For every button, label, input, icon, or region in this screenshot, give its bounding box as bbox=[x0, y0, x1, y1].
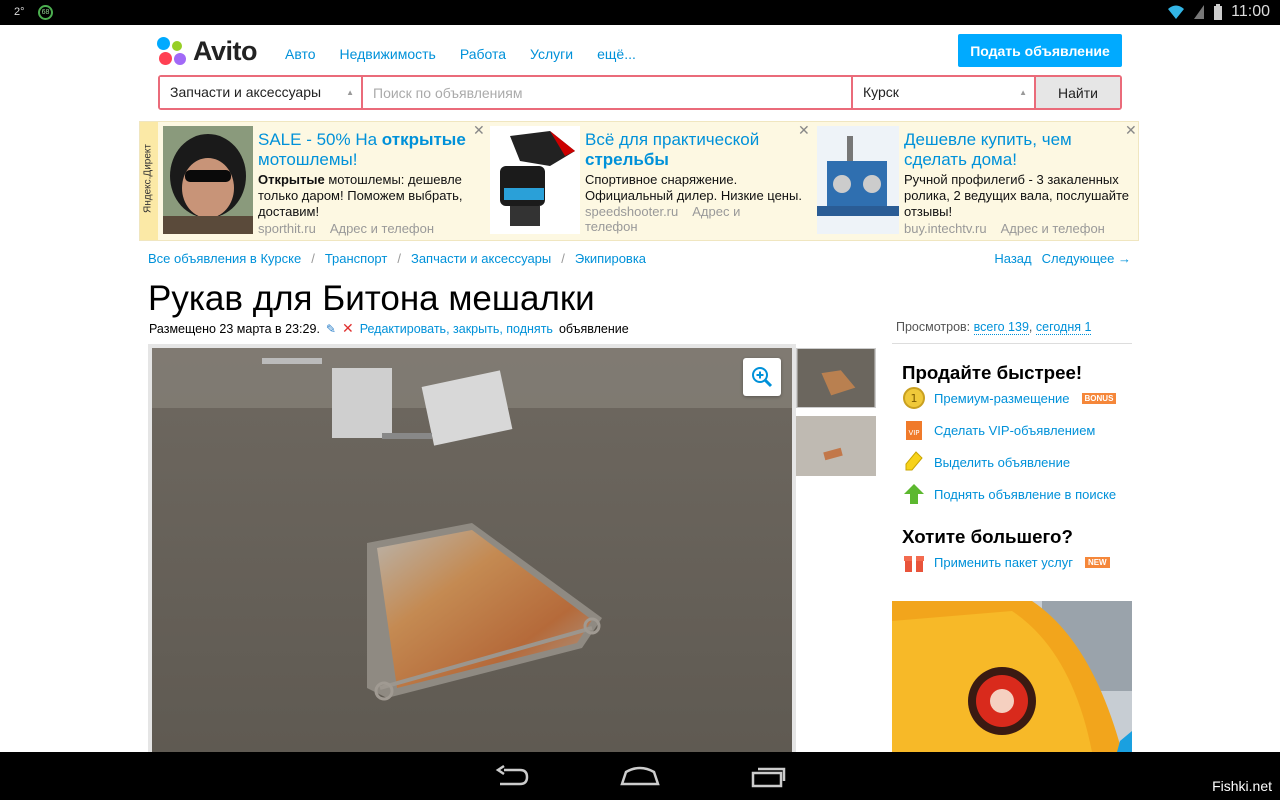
pencil-icon[interactable]: ✎ bbox=[326, 322, 336, 336]
service-premium[interactable]: 1 Премиум-размещение BONUS bbox=[902, 386, 1117, 410]
delete-icon[interactable]: ✕ bbox=[342, 320, 354, 337]
zoom-button[interactable] bbox=[743, 358, 781, 396]
watermark: Fishki.net bbox=[1212, 778, 1272, 794]
photo-gallery bbox=[148, 344, 796, 752]
crumb-equipment[interactable]: Экипировка bbox=[575, 251, 646, 266]
coin-icon: 1 bbox=[902, 386, 926, 410]
arrow-up-icon bbox=[902, 482, 926, 506]
views-today[interactable]: сегодня 1 bbox=[1035, 320, 1092, 335]
temperature: 2° bbox=[14, 6, 25, 18]
service-vip[interactable]: VIP Сделать VIP-объявлением bbox=[902, 418, 1095, 442]
ad-domain: speedshooter.ru bbox=[585, 204, 679, 219]
highlighter-icon bbox=[902, 450, 926, 474]
gift-box-icon bbox=[902, 550, 926, 574]
service-package[interactable]: Применить пакет услуг NEW bbox=[902, 550, 1110, 574]
city-select[interactable]: Курск ▲ bbox=[853, 77, 1034, 108]
status-bar: 2° 68 11:00 bbox=[0, 0, 1280, 25]
views-counter: Просмотров: всего 139, сегодня 1 bbox=[896, 320, 1092, 335]
ad-image-bender bbox=[817, 126, 899, 234]
pager: Назад Следующее → bbox=[994, 251, 1131, 266]
crumb-all-kursk[interactable]: Все объявления в Курске bbox=[148, 251, 301, 266]
ad-domain: sporthit.ru bbox=[258, 221, 316, 236]
ad-contacts: Адрес и телефон bbox=[1000, 221, 1105, 236]
thumbnail-1[interactable] bbox=[796, 348, 876, 408]
logo-dots-icon bbox=[157, 36, 187, 67]
main-photo[interactable] bbox=[152, 348, 792, 752]
item-meta: Размещено 23 марта в 23:29. ✎ ✕ Редактир… bbox=[149, 320, 629, 337]
category-select[interactable]: Запчасти и аксессуары ▲ bbox=[160, 77, 361, 108]
service-highlight[interactable]: Выделить объявление bbox=[902, 450, 1070, 474]
signal-icon bbox=[1194, 5, 1205, 19]
service-raise[interactable]: Поднять объявление в поиске bbox=[902, 482, 1116, 506]
logo-text: Avito bbox=[193, 36, 258, 66]
divider bbox=[892, 343, 1132, 344]
zoom-in-icon bbox=[752, 367, 773, 388]
clock: 11:00 bbox=[1231, 3, 1270, 20]
back-icon[interactable] bbox=[494, 764, 530, 788]
nav-auto[interactable]: Авто bbox=[285, 46, 316, 62]
battery-badge: 68 bbox=[38, 5, 53, 20]
svg-text:1: 1 bbox=[911, 392, 918, 405]
nav-realty[interactable]: Недвижимость bbox=[340, 46, 436, 62]
want-more-heading: Хотите большего? bbox=[902, 526, 1073, 547]
new-badge: NEW bbox=[1084, 556, 1110, 568]
close-icon[interactable]: ✕ bbox=[798, 122, 810, 139]
wifi-icon bbox=[1168, 5, 1185, 19]
recent-apps-icon[interactable] bbox=[750, 764, 786, 788]
ad-domain: buy.intechtv.ru bbox=[904, 221, 987, 236]
breadcrumb: Все объявления в Курске / Транспорт / Запч… bbox=[148, 251, 647, 266]
android-nav-bar: Fishki.net bbox=[0, 752, 1280, 800]
ad-item[interactable]: Дешевле купить, чем сделать дома! Ручной… bbox=[817, 122, 1137, 238]
avito-logo[interactable]: Avito bbox=[157, 36, 258, 67]
search-bar: Запчасти и аксессуары ▲ Курск ▲ Найти bbox=[158, 75, 1122, 110]
posted-date: Размещено 23 марта в 23:29. bbox=[149, 321, 320, 336]
sell-faster-heading: Продайте быстрее! bbox=[902, 362, 1083, 383]
close-icon[interactable]: ✕ bbox=[473, 122, 485, 139]
crumb-parts[interactable]: Запчасти и аксессуары bbox=[411, 251, 551, 266]
edit-link[interactable]: Редактировать, закрыть, поднять bbox=[360, 322, 553, 336]
car-banner-ad[interactable] bbox=[892, 601, 1132, 752]
page-title: Рукав для Битона мешалки bbox=[148, 279, 595, 318]
ads-label: Яндекс.Директ bbox=[142, 144, 154, 213]
ad-item[interactable]: SALE - 50% На открытые мотошлемы! Открыт… bbox=[163, 122, 485, 238]
select-arrows-icon: ▲ bbox=[346, 88, 354, 97]
views-total[interactable]: всего 139 bbox=[973, 320, 1029, 335]
find-button[interactable]: Найти bbox=[1036, 77, 1120, 108]
crumb-transport[interactable]: Транспорт bbox=[325, 251, 388, 266]
thumbnail-2[interactable] bbox=[796, 416, 876, 476]
ad-contacts: Адрес и телефон bbox=[329, 221, 435, 236]
back-link[interactable]: Назад bbox=[994, 251, 1031, 266]
search-input[interactable] bbox=[363, 77, 851, 108]
nav-more[interactable]: ещё... bbox=[597, 46, 636, 62]
ad-item[interactable]: Всё для практической стрельбы Спортивное… bbox=[490, 122, 810, 238]
bonus-badge: BONUS bbox=[1081, 392, 1117, 404]
home-icon[interactable] bbox=[620, 764, 660, 788]
vip-icon: VIP bbox=[902, 418, 926, 442]
battery-icon bbox=[1214, 3, 1223, 20]
ad-image-helmet bbox=[163, 126, 253, 234]
close-icon[interactable]: ✕ bbox=[1125, 122, 1137, 139]
ad-image-holster bbox=[490, 126, 580, 234]
yandex-direct-ads: Яндекс.Директ SALE - 50% На открытые мот… bbox=[139, 121, 1139, 241]
select-arrows-icon: ▲ bbox=[1019, 88, 1027, 97]
next-link[interactable]: Следующее → bbox=[1042, 251, 1131, 266]
nav-services[interactable]: Услуги bbox=[530, 46, 573, 62]
post-ad-button[interactable]: Подать объявление bbox=[958, 34, 1122, 67]
nav-jobs[interactable]: Работа bbox=[460, 46, 506, 62]
svg-text:VIP: VIP bbox=[908, 429, 919, 437]
top-nav: Авто Недвижимость Работа Услуги ещё... bbox=[285, 46, 636, 62]
